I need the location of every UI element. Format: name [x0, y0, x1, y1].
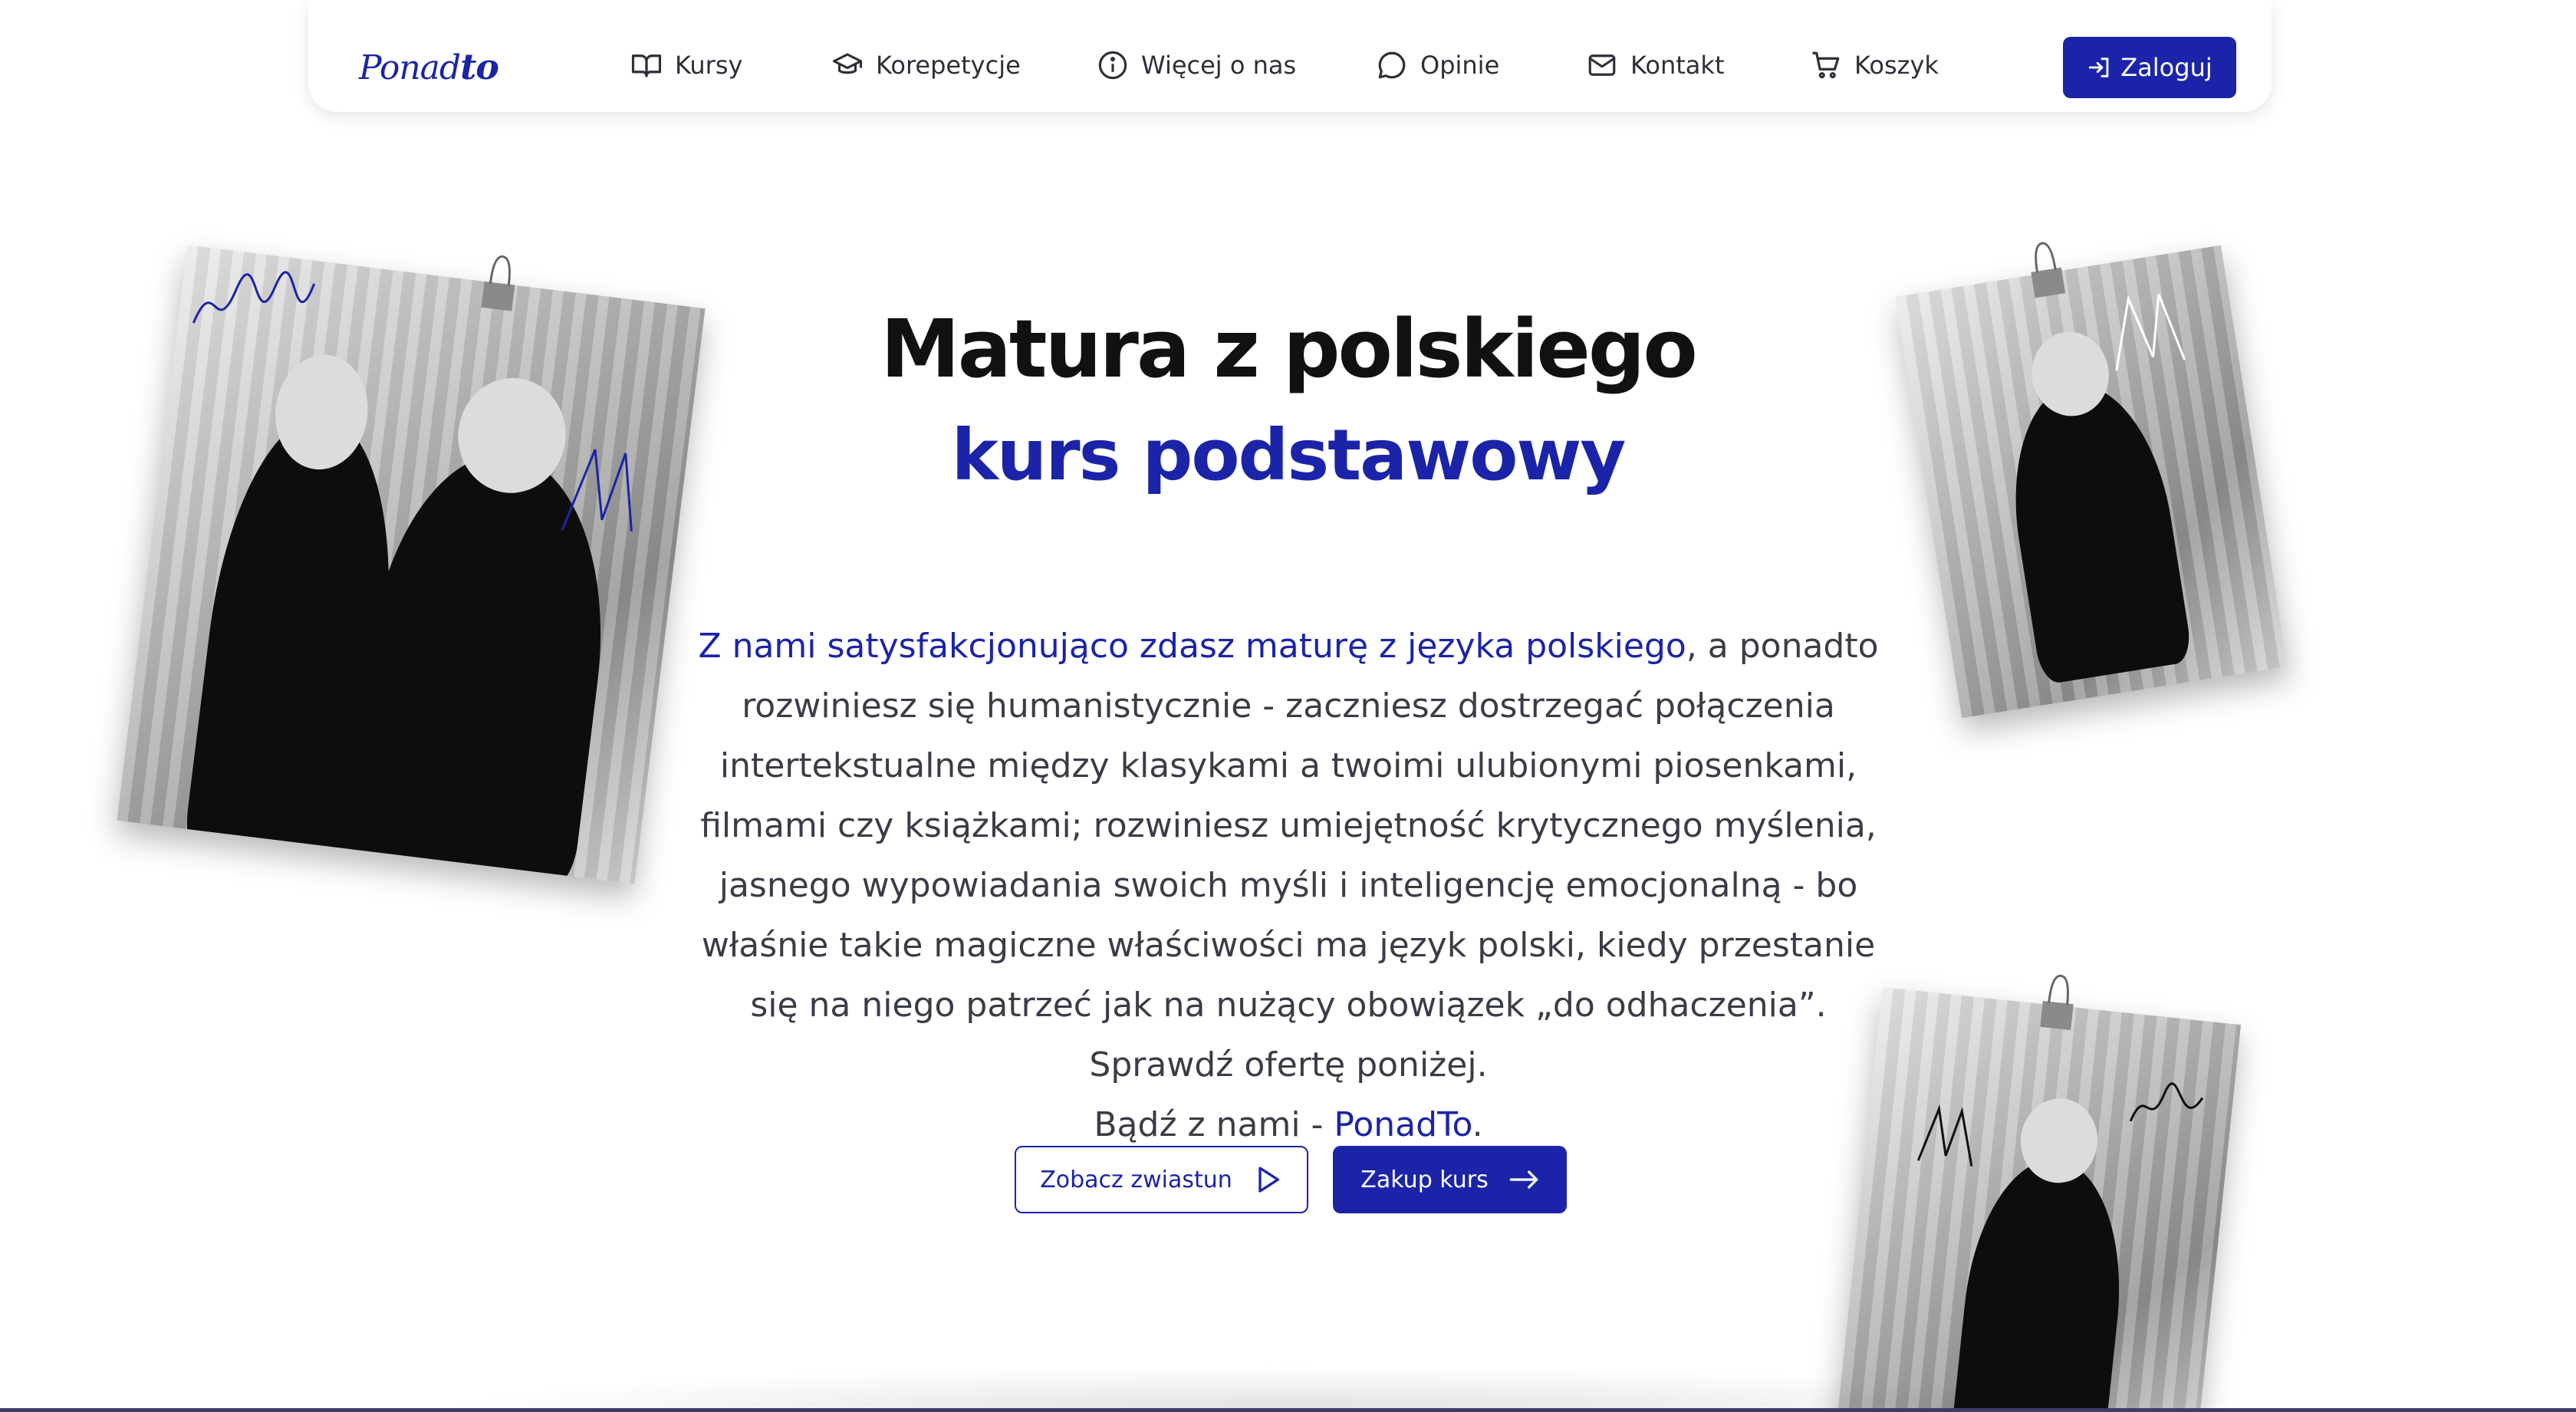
- hero-subtitle: kurs podstawowy: [951, 414, 1627, 496]
- nav-item-korepetycje[interactable]: Korepetycje: [831, 49, 1021, 81]
- cart-icon: [1812, 51, 1840, 79]
- nav-label-opinie: Opinie: [1420, 51, 1500, 80]
- tagline-prefix: Bądź z nami -: [1094, 1105, 1334, 1144]
- nav-label-korepetycje: Korepetycje: [876, 51, 1021, 80]
- logo[interactable]: Ponadto: [359, 46, 499, 87]
- photo-man: [1834, 974, 2242, 1412]
- nav-label-koszyk: Koszyk: [1854, 51, 1939, 80]
- logo-suffix: to: [460, 46, 499, 87]
- nav-item-kursy[interactable]: Kursy: [630, 49, 742, 81]
- mail-icon: [1588, 54, 1616, 76]
- nav-label-kontakt: Kontakt: [1630, 51, 1725, 80]
- nav-item-kontakt[interactable]: Kontakt: [1586, 49, 1724, 81]
- nav-label-kursy: Kursy: [675, 51, 743, 80]
- hero-description-body: , a ponadto rozwiniesz się humanistyczni…: [700, 627, 1879, 1085]
- hero-title: Matura z polskiego: [880, 302, 1698, 396]
- login-label: Zaloguj: [2120, 53, 2212, 82]
- nav-item-koszyk[interactable]: Koszyk: [1810, 49, 1939, 81]
- nav-label-wiecej-o-nas: Więcej o nas: [1141, 51, 1297, 80]
- bottom-divider: [0, 1408, 2576, 1412]
- logo-main: Ponad: [359, 48, 461, 87]
- section-shadow: [429, 1365, 2147, 1411]
- nav-item-wiecej-o-nas[interactable]: Więcej o nas: [1097, 49, 1296, 81]
- navbar: Ponadto Kursy Korepetycje Więcej o nas O: [308, 0, 2272, 112]
- nav-item-opinie[interactable]: Opinie: [1376, 49, 1499, 81]
- play-icon: [1258, 1167, 1279, 1193]
- hero-description: Z nami satysfakcjonująco zdasz maturę z …: [690, 617, 1887, 1155]
- scribble-decoration: [2129, 1082, 2204, 1122]
- binder-clip-icon: [2031, 242, 2066, 298]
- info-icon: [1098, 51, 1127, 80]
- watch-trailer-button[interactable]: Zobacz zwiastun: [1015, 1146, 1308, 1213]
- chat-bubble-icon: [1378, 51, 1406, 79]
- login-icon: [2089, 58, 2109, 77]
- tagline-suffix: .: [1472, 1105, 1483, 1144]
- arrow-right-icon: [1509, 1170, 1538, 1189]
- login-button[interactable]: Zaloguj: [2063, 37, 2236, 98]
- graduation-cap-icon: [832, 53, 863, 74]
- tagline-brand: PonadTo: [1334, 1105, 1472, 1144]
- page: Ponadto Kursy Korepetycje Więcej o nas O: [0, 0, 2576, 1412]
- buy-course-button[interactable]: Zakup kurs: [1333, 1146, 1567, 1213]
- watch-trailer-label: Zobacz zwiastun: [1040, 1166, 1232, 1193]
- photo-man-image: [1834, 987, 2242, 1412]
- scribble-decoration: [1916, 1104, 1973, 1167]
- buy-course-label: Zakup kurs: [1360, 1166, 1489, 1193]
- binder-clip-icon: [2040, 974, 2074, 1031]
- book-icon: [631, 54, 662, 77]
- hero-description-highlight: Z nami satysfakcjonująco zdasz maturę z …: [698, 627, 1686, 666]
